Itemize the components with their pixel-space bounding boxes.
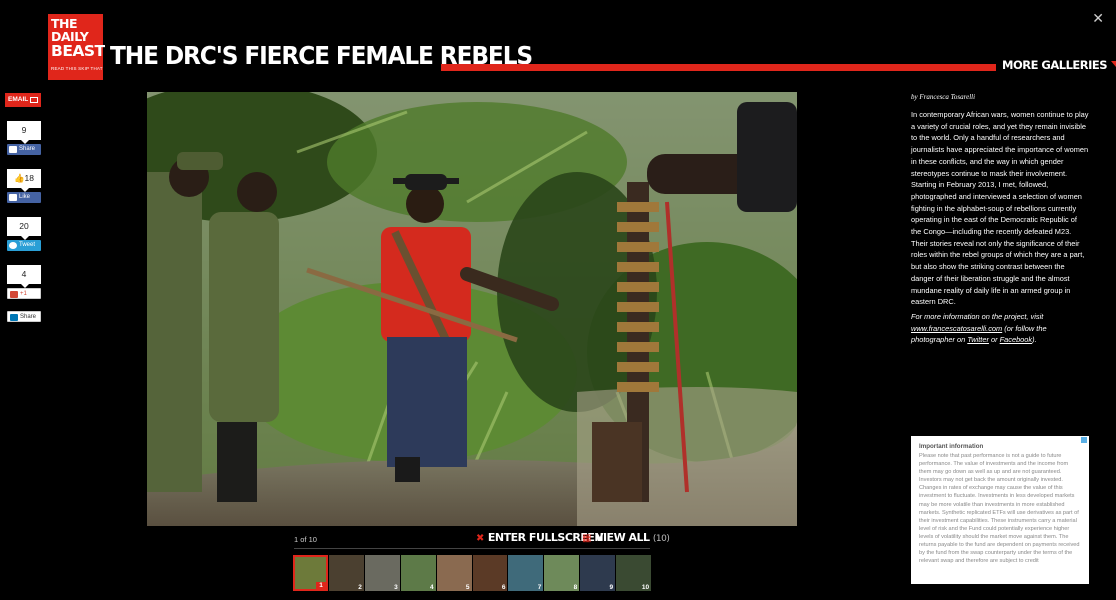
social-share-rail: EMAIL 9 Share 👍18 Like 20 Tweet 4 +1 Sha… <box>5 93 43 322</box>
google-plus-icon <box>10 291 18 298</box>
twitter-icon <box>9 242 17 249</box>
twitter-link[interactable]: Twitter <box>967 335 989 344</box>
tweet-button[interactable]: Tweet <box>7 240 41 251</box>
share-count: 9 <box>7 121 41 144</box>
facebook-link[interactable]: Facebook <box>1000 335 1032 344</box>
advertisement[interactable]: Important information Please note that p… <box>911 436 1089 584</box>
gallery-thumbnail[interactable]: 7 <box>508 555 544 591</box>
ad-body: Please note that past performance is not… <box>919 453 1080 565</box>
thumbnail-number: 2 <box>358 584 362 591</box>
chevron-down-icon <box>1111 61 1116 67</box>
slide-counter: 1 of 10 <box>294 535 317 544</box>
photo-scene <box>147 92 797 526</box>
grid-icon: ▦ <box>582 533 591 544</box>
facebook-like-label: Like <box>19 194 31 200</box>
gallery-thumbnail[interactable]: 4 <box>400 555 436 591</box>
logo-line-1: THE DAILY <box>51 16 89 44</box>
more-info-prefix: For more information on the project, vis… <box>911 312 1044 321</box>
logo-tagline: READ THIS SKIP THAT <box>51 65 103 71</box>
gallery-thumbnail[interactable]: 8 <box>544 555 580 591</box>
ad-title: Important information <box>919 443 984 450</box>
facebook-icon <box>9 194 17 201</box>
email-label: EMAIL <box>8 96 29 103</box>
view-all-count: (10) <box>652 534 670 544</box>
thumbnail-number: 7 <box>537 584 542 591</box>
view-all-label: VIEW ALL <box>594 531 650 544</box>
linkedin-share-label: Share <box>20 314 37 320</box>
gplus-count: 4 <box>7 265 41 288</box>
like-count: 👍18 <box>7 169 41 192</box>
more-galleries-button[interactable]: MORE GALLERIES <box>1002 58 1116 72</box>
thumbnail-number: 10 <box>641 584 650 591</box>
thumbnail-strip: 1 2 3 4 5 6 7 8 9 10 <box>293 555 652 591</box>
linkedin-share-button[interactable]: Share <box>7 311 41 322</box>
byline: by Francesca Tosarelli <box>911 93 976 101</box>
facebook-share-label: Share <box>19 146 36 152</box>
thumbnail-number: 5 <box>465 584 470 591</box>
gallery-photo[interactable] <box>147 92 797 526</box>
title-divider <box>441 64 996 71</box>
more-info: For more information on the project, vis… <box>911 311 1089 346</box>
thumbnail-number: 6 <box>501 584 506 591</box>
gallery-thumbnail[interactable]: 5 <box>436 555 472 591</box>
more-info-or: or <box>991 335 998 345</box>
google-plus-button[interactable]: +1 <box>7 288 41 299</box>
logo-line-2: BEAST <box>51 42 105 60</box>
thumbnail-number: 8 <box>573 584 578 591</box>
thumbnail-number: 4 <box>430 584 434 591</box>
gallery-thumbnail[interactable]: 2 <box>328 555 364 591</box>
close-icon[interactable]: ✕ <box>1092 10 1104 27</box>
more-info-end: ). <box>1032 335 1037 345</box>
gallery-thumbnail[interactable]: 3 <box>364 555 400 591</box>
photographer-site-link[interactable]: www.francescatosarelli.com <box>911 324 1002 333</box>
google-plus-label: +1 <box>20 291 27 297</box>
envelope-icon <box>30 97 38 103</box>
tweet-label: Tweet <box>19 242 36 248</box>
gallery-thumbnail[interactable]: 6 <box>472 555 508 591</box>
fullscreen-icon: ✖ <box>476 533 484 544</box>
facebook-icon <box>9 146 17 153</box>
thumbnail-number: 1 <box>316 582 326 589</box>
gallery-description: In contemporary African wars, women cont… <box>911 110 1089 307</box>
controls-divider <box>294 548 650 549</box>
gallery-thumbnail[interactable]: 9 <box>580 555 616 591</box>
more-galleries-label: MORE GALLERIES <box>1002 58 1108 72</box>
view-all-button[interactable]: ▦ VIEW ALL (10) <box>582 531 670 544</box>
thumbnail-number: 3 <box>394 584 398 591</box>
facebook-share-button[interactable]: Share <box>7 144 41 155</box>
linkedin-icon <box>10 314 18 321</box>
thumbnail-number: 9 <box>609 584 614 591</box>
facebook-like-button[interactable]: Like <box>7 192 41 203</box>
gallery-thumbnail[interactable]: 10 <box>616 555 652 591</box>
tweet-count: 20 <box>7 217 41 240</box>
gallery-thumbnail[interactable]: 1 <box>293 555 328 591</box>
email-button[interactable]: EMAIL <box>5 93 41 107</box>
site-logo[interactable]: THE DAILY BEAST READ THIS SKIP THAT <box>48 14 105 80</box>
ad-choices-icon[interactable] <box>1081 437 1087 443</box>
